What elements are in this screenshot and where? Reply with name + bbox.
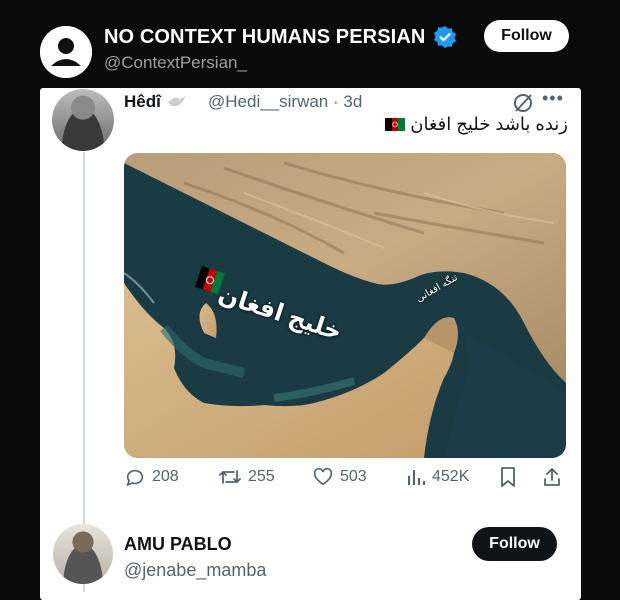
share-button[interactable]	[542, 466, 568, 488]
grok-icon[interactable]	[512, 92, 534, 114]
tweet-image-map[interactable]: خلیج افغان تنگه افغانی	[124, 153, 566, 458]
verified-icon	[434, 26, 456, 48]
reply-button[interactable]: 208	[124, 466, 179, 488]
tweet-card: Hêdî @Hedi__sirwan · 3d ••• زنده باشد خل…	[40, 88, 581, 600]
reply-author-avatar[interactable]	[53, 524, 113, 584]
views-icon	[408, 470, 425, 485]
reply-author-handle[interactable]: @jenabe_mamba	[124, 560, 266, 581]
retweet-count: 255	[248, 468, 275, 485]
tweet-text: زنده باشد خلیج افغان	[381, 114, 568, 135]
dove-icon	[167, 96, 186, 107]
account-avatar[interactable]	[40, 26, 92, 78]
tweet-text-content: زنده باشد خلیج افغان	[410, 114, 568, 134]
tweet-author-avatar[interactable]	[52, 89, 114, 151]
person-icon	[40, 26, 92, 78]
tweet-author-name[interactable]: Hêdî	[124, 92, 188, 112]
retweet-button[interactable]: 255	[218, 466, 275, 488]
tweet-time: · 3d	[333, 92, 363, 111]
reply-count: 208	[152, 468, 179, 485]
tweet-author-handle[interactable]: @Hedi__sirwan · 3d	[208, 92, 362, 112]
like-count: 503	[340, 468, 367, 485]
like-icon	[313, 467, 333, 486]
views-button[interactable]: 452K	[406, 466, 469, 488]
header-bar: NO CONTEXT HUMANS PERSIAN @ContextPersia…	[0, 0, 620, 88]
follow-button[interactable]: Follow	[484, 20, 569, 52]
reply-author-name[interactable]: AMU PABLO	[124, 534, 232, 555]
tweet-handle-text: @Hedi__sirwan	[208, 92, 329, 111]
tweet-author-name-text: Hêdî	[124, 92, 161, 111]
reply-follow-button[interactable]: Follow	[472, 527, 557, 561]
like-button[interactable]: 503	[312, 466, 367, 488]
more-icon[interactable]: •••	[542, 88, 564, 109]
bookmark-button[interactable]	[498, 466, 524, 488]
account-handle: @ContextPersian_	[104, 53, 247, 72]
reply-icon	[126, 469, 144, 487]
account-name: NO CONTEXT HUMANS PERSIAN	[104, 26, 426, 48]
afghan-flag-icon	[385, 118, 406, 131]
share-icon	[544, 468, 560, 486]
bookmark-icon	[501, 467, 515, 487]
retweet-icon	[219, 470, 241, 484]
tweet-actions: 208 255 503 452K	[124, 466, 564, 496]
views-count: 452K	[432, 468, 470, 485]
